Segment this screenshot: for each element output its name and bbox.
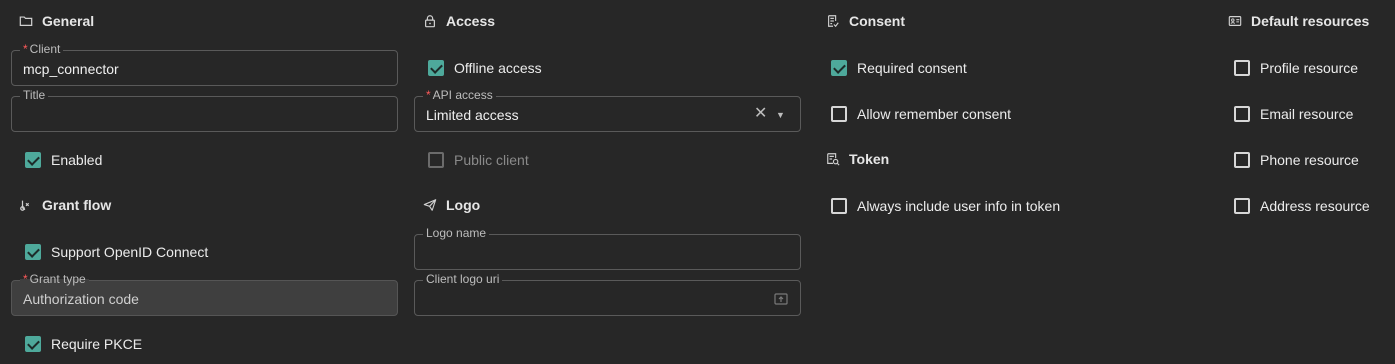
email-resource-checkbox[interactable]: Email resource	[1234, 104, 1353, 124]
section-general-title: General	[19, 11, 94, 31]
support-openid-checkbox-label: Support OpenID Connect	[51, 244, 209, 260]
title-field-label: Title	[20, 88, 49, 102]
section-consent-title: Consent	[826, 11, 905, 31]
client-field-label: * Client	[20, 42, 64, 56]
section-general-label: General	[42, 13, 95, 29]
section-default-resources-title: Default resources	[1228, 11, 1369, 31]
email-resource-checkbox-label: Email resource	[1260, 106, 1354, 122]
dropdown-arrow-icon[interactable]: ▼	[776, 108, 785, 122]
address-resource-checkbox-label: Address resource	[1260, 198, 1370, 214]
allow-remember-consent-checkbox[interactable]: Allow remember consent	[831, 104, 1011, 124]
api-access-select[interactable]: * API access Limited access ✕ ▼	[414, 88, 801, 132]
section-access-title: Access	[423, 11, 495, 31]
section-logo-label: Logo	[446, 197, 481, 213]
email-resource-checkbox-box[interactable]	[1234, 106, 1250, 122]
always-include-user-info-checkbox[interactable]: Always include user info in token	[831, 196, 1060, 216]
section-token-title: Token	[826, 149, 889, 169]
address-resource-checkbox-box[interactable]	[1234, 198, 1250, 214]
send-icon	[423, 199, 437, 211]
api-access-select-value: Limited access	[426, 107, 519, 123]
address-resource-checkbox[interactable]: Address resource	[1234, 196, 1370, 216]
grant-type-field-label: * Grant type	[20, 272, 89, 286]
logo-name-field-label: Logo name	[423, 226, 490, 240]
client-logo-uri-field-label: Client logo uri	[423, 272, 503, 286]
section-token-label: Token	[849, 151, 890, 167]
always-include-user-info-checkbox-box[interactable]	[831, 198, 847, 214]
profile-resource-checkbox-box[interactable]	[1234, 60, 1250, 76]
require-pkce-checkbox-box[interactable]	[25, 336, 41, 352]
folder-icon	[19, 16, 33, 26]
section-access-label: Access	[446, 13, 496, 29]
enabled-checkbox[interactable]: Enabled	[25, 150, 102, 170]
enabled-checkbox-box[interactable]	[25, 152, 41, 168]
logo-name-field[interactable]: Logo name	[414, 226, 801, 270]
public-client-checkbox-label: Public client	[454, 152, 529, 168]
allow-remember-consent-checkbox-label: Allow remember consent	[857, 106, 1012, 122]
allow-remember-consent-checkbox-box[interactable]	[831, 106, 847, 122]
offline-access-checkbox-label: Offline access	[454, 60, 542, 76]
enabled-checkbox-label: Enabled	[51, 152, 103, 168]
section-grant-flow-label: Grant flow	[42, 197, 112, 213]
always-include-user-info-checkbox-label: Always include user info in token	[857, 198, 1061, 214]
grant-type-field-value: Authorization code	[23, 291, 139, 307]
required-consent-checkbox-label: Required consent	[857, 60, 967, 76]
consent-icon	[828, 15, 839, 28]
section-logo-title: Logo	[423, 195, 480, 215]
client-field-value: mcp_connector	[23, 61, 119, 77]
support-openid-checkbox-box[interactable]	[25, 244, 41, 260]
section-consent-label: Consent	[849, 13, 905, 29]
phone-resource-checkbox-box[interactable]	[1234, 152, 1250, 168]
offline-access-checkbox-box[interactable]	[428, 60, 444, 76]
title-field[interactable]: Title	[11, 88, 398, 132]
clear-icon[interactable]: ✕	[754, 106, 767, 122]
required-consent-checkbox[interactable]: Required consent	[831, 58, 967, 78]
client-field[interactable]: * Client mcp_connector	[11, 42, 398, 86]
phone-resource-checkbox-label: Phone resource	[1260, 152, 1359, 168]
phone-resource-checkbox[interactable]: Phone resource	[1234, 150, 1359, 170]
require-pkce-checkbox-label: Require PKCE	[51, 336, 143, 352]
token-icon	[827, 153, 840, 166]
client-logo-uri-field[interactable]: Client logo uri	[414, 272, 801, 316]
upload-icon[interactable]	[774, 293, 788, 305]
public-client-checkbox[interactable]: Public client	[428, 150, 529, 170]
required-consent-checkbox-box[interactable]	[831, 60, 847, 76]
section-default-resources-label: Default resources	[1251, 13, 1370, 29]
profile-resource-checkbox[interactable]: Profile resource	[1234, 58, 1358, 78]
flow-icon	[20, 200, 30, 211]
require-pkce-checkbox[interactable]: Require PKCE	[25, 334, 142, 354]
api-access-select-label: * API access	[423, 88, 496, 102]
grant-type-field[interactable]: * Grant type Authorization code	[11, 272, 398, 316]
offline-access-checkbox[interactable]: Offline access	[428, 58, 542, 78]
id-card-icon	[1228, 16, 1242, 26]
support-openid-checkbox[interactable]: Support OpenID Connect	[25, 242, 208, 262]
profile-resource-checkbox-label: Profile resource	[1260, 60, 1359, 76]
section-grant-flow-title: Grant flow	[19, 195, 111, 215]
public-client-checkbox-box[interactable]	[428, 152, 444, 168]
lock-icon	[425, 15, 435, 28]
